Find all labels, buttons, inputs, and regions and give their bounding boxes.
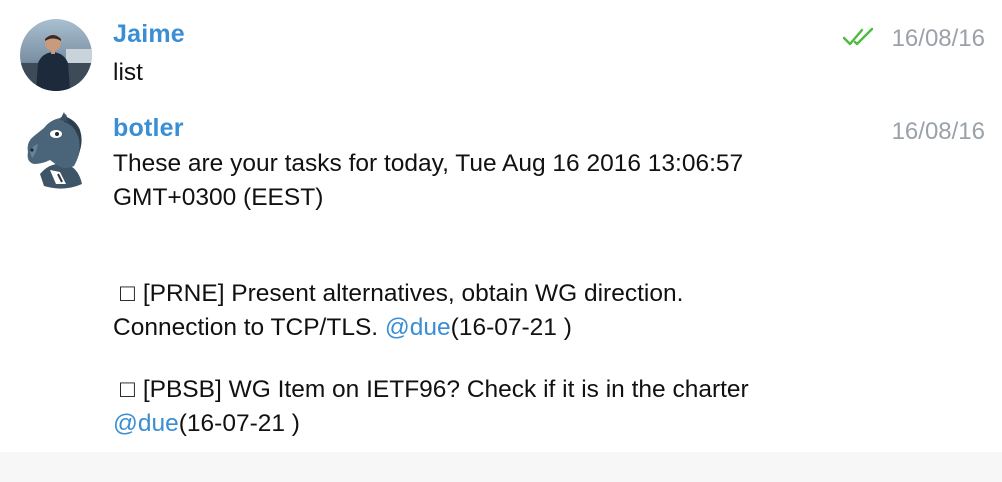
task-item: □ [PBSB] WG Item on IETF96? Check if it i… <box>113 376 749 404</box>
message-text: list <box>113 59 143 86</box>
due-mention-link[interactable]: @due <box>113 410 179 437</box>
message-timestamp: 16/08/16 <box>891 118 985 145</box>
message-line: GMT+0300 (EEST) <box>113 184 324 211</box>
task-item: □ [PRNE] Present alternatives, obtain WG … <box>113 280 683 308</box>
due-date: (16-07-21 ) <box>450 314 572 341</box>
task-item-continued: @due(16-07-21 ) <box>113 410 300 438</box>
task-item-continued: Connection to TCP/TLS. @due(16-07-21 ) <box>113 314 572 342</box>
task-text: Connection to TCP/TLS. <box>113 314 385 341</box>
sender-name[interactable]: Jaime <box>113 20 185 49</box>
message-jaime: Jaime 16/08/16 list <box>0 0 1002 100</box>
chat-history: Jaime 16/08/16 list botler 16/08/16 Thes… <box>0 0 1002 482</box>
avatar-jaime[interactable] <box>20 19 92 91</box>
due-date: (16-07-21 ) <box>178 410 300 437</box>
message-botler: botler 16/08/16 These are your tasks for… <box>0 104 1002 454</box>
input-area-edge <box>0 452 1002 482</box>
checkbox-icon: □ <box>120 280 135 307</box>
checkbox-icon: □ <box>120 376 135 403</box>
task-title: [PRNE] Present alternatives, obtain WG d… <box>142 280 684 307</box>
avatar-photo <box>20 19 92 91</box>
sender-name[interactable]: botler <box>113 114 184 143</box>
double-check-icon <box>842 27 874 46</box>
due-mention-link[interactable]: @due <box>385 314 451 341</box>
message-timestamp: 16/08/16 <box>891 25 985 52</box>
message-line: These are your tasks for today, Tue Aug … <box>113 150 744 177</box>
task-title: [PBSB] WG Item on IETF96? Check if it is… <box>142 376 749 403</box>
horse-bot-icon <box>27 112 82 189</box>
avatar-botler[interactable] <box>20 112 92 189</box>
